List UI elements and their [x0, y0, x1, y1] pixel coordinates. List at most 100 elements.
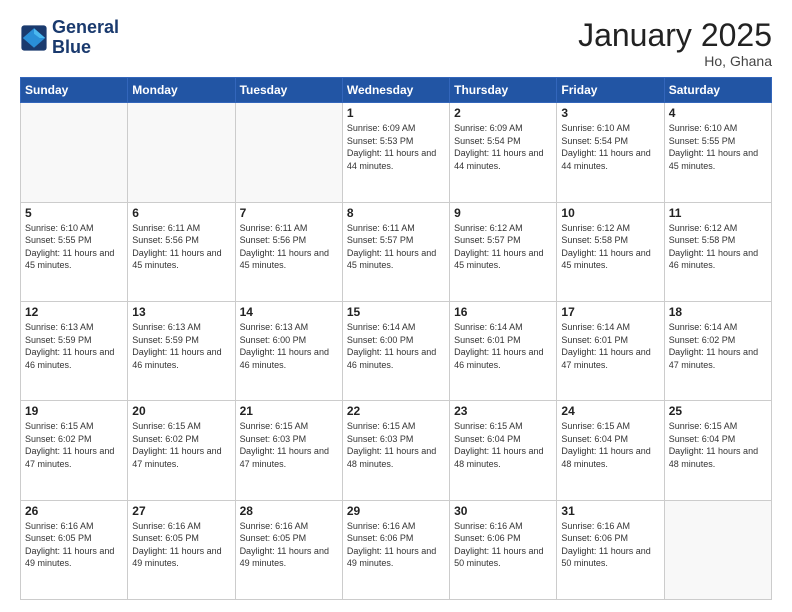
- day-info: Sunrise: 6:16 AMSunset: 6:06 PMDaylight:…: [561, 520, 659, 570]
- calendar-cell: 17Sunrise: 6:14 AMSunset: 6:01 PMDayligh…: [557, 301, 664, 400]
- logo-line2: Blue: [52, 38, 119, 58]
- day-number: 8: [347, 206, 445, 220]
- calendar-cell: 11Sunrise: 6:12 AMSunset: 5:58 PMDayligh…: [664, 202, 771, 301]
- calendar-cell: [235, 103, 342, 202]
- day-info: Sunrise: 6:10 AMSunset: 5:55 PMDaylight:…: [669, 122, 767, 172]
- week-row: 1 Sunrise: 6:09 AMSunset: 5:53 PMDaylight…: [21, 103, 772, 202]
- calendar-cell: 13 Sunrise: 6:13 AMSunset: 5:59 PMDayligh…: [128, 301, 235, 400]
- day-number: 14: [240, 305, 338, 319]
- day-number: 6: [132, 206, 230, 220]
- weekday-header: Wednesday: [342, 78, 449, 103]
- calendar-cell: 12 Sunrise: 6:13 AMSunset: 5:59 PMDayligh…: [21, 301, 128, 400]
- calendar-cell: 6 Sunrise: 6:11 AMSunset: 5:56 PMDaylight…: [128, 202, 235, 301]
- day-info: Sunrise: 6:15 AMSunset: 6:03 PMDaylight:…: [240, 420, 338, 470]
- calendar-cell: 26 Sunrise: 6:16 AMSunset: 6:05 PMDayligh…: [21, 500, 128, 599]
- calendar-cell: 8 Sunrise: 6:11 AMSunset: 5:57 PMDaylight…: [342, 202, 449, 301]
- day-info: Sunrise: 6:14 AMSunset: 6:02 PMDaylight:…: [669, 321, 767, 371]
- day-info: Sunrise: 6:09 AMSunset: 5:54 PMDaylight:…: [454, 122, 552, 172]
- day-info: Sunrise: 6:09 AMSunset: 5:53 PMDaylight:…: [347, 122, 445, 172]
- week-row: 26 Sunrise: 6:16 AMSunset: 6:05 PMDayligh…: [21, 500, 772, 599]
- page: General Blue January 2025 Ho, Ghana Sund…: [0, 0, 792, 612]
- weekday-header: Sunday: [21, 78, 128, 103]
- logo: General Blue: [20, 18, 119, 58]
- day-info: Sunrise: 6:11 AMSunset: 5:56 PMDaylight:…: [240, 222, 338, 272]
- day-info: Sunrise: 6:12 AMSunset: 5:58 PMDaylight:…: [561, 222, 659, 272]
- day-info: Sunrise: 6:16 AMSunset: 6:05 PMDaylight:…: [240, 520, 338, 570]
- day-number: 24: [561, 404, 659, 418]
- week-row: 19 Sunrise: 6:15 AMSunset: 6:02 PMDayligh…: [21, 401, 772, 500]
- location: Ho, Ghana: [578, 53, 772, 69]
- calendar-table: SundayMondayTuesdayWednesdayThursdayFrid…: [20, 77, 772, 600]
- calendar-cell: 19 Sunrise: 6:15 AMSunset: 6:02 PMDayligh…: [21, 401, 128, 500]
- calendar-header-row: SundayMondayTuesdayWednesdayThursdayFrid…: [21, 78, 772, 103]
- day-number: 4: [669, 106, 767, 120]
- day-info: Sunrise: 6:16 AMSunset: 6:05 PMDaylight:…: [132, 520, 230, 570]
- day-info: Sunrise: 6:15 AMSunset: 6:04 PMDaylight:…: [561, 420, 659, 470]
- day-number: 31: [561, 504, 659, 518]
- day-info: Sunrise: 6:13 AMSunset: 6:00 PMDaylight:…: [240, 321, 338, 371]
- calendar-cell: 22Sunrise: 6:15 AMSunset: 6:03 PMDayligh…: [342, 401, 449, 500]
- day-number: 15: [347, 305, 445, 319]
- day-number: 21: [240, 404, 338, 418]
- logo-icon: [20, 24, 48, 52]
- calendar-cell: 23Sunrise: 6:15 AMSunset: 6:04 PMDayligh…: [450, 401, 557, 500]
- day-info: Sunrise: 6:15 AMSunset: 6:04 PMDaylight:…: [669, 420, 767, 470]
- day-number: 1: [347, 106, 445, 120]
- calendar-cell: 7 Sunrise: 6:11 AMSunset: 5:56 PMDaylight…: [235, 202, 342, 301]
- calendar-cell: 21 Sunrise: 6:15 AMSunset: 6:03 PMDayligh…: [235, 401, 342, 500]
- day-number: 16: [454, 305, 552, 319]
- day-number: 20: [132, 404, 230, 418]
- calendar-cell: 27 Sunrise: 6:16 AMSunset: 6:05 PMDayligh…: [128, 500, 235, 599]
- day-info: Sunrise: 6:13 AMSunset: 5:59 PMDaylight:…: [132, 321, 230, 371]
- day-info: Sunrise: 6:15 AMSunset: 6:03 PMDaylight:…: [347, 420, 445, 470]
- calendar-cell: 30 Sunrise: 6:16 AMSunset: 6:06 PMDayligh…: [450, 500, 557, 599]
- day-info: Sunrise: 6:16 AMSunset: 6:06 PMDaylight:…: [454, 520, 552, 570]
- calendar-cell: [128, 103, 235, 202]
- day-number: 18: [669, 305, 767, 319]
- day-info: Sunrise: 6:10 AMSunset: 5:55 PMDaylight:…: [25, 222, 123, 272]
- calendar-cell: 29Sunrise: 6:16 AMSunset: 6:06 PMDayligh…: [342, 500, 449, 599]
- calendar-cell: 31 Sunrise: 6:16 AMSunset: 6:06 PMDayligh…: [557, 500, 664, 599]
- month-title: January 2025: [578, 18, 772, 53]
- day-info: Sunrise: 6:12 AMSunset: 5:57 PMDaylight:…: [454, 222, 552, 272]
- weekday-header: Tuesday: [235, 78, 342, 103]
- weekday-header: Thursday: [450, 78, 557, 103]
- weekday-header: Monday: [128, 78, 235, 103]
- calendar-cell: 3Sunrise: 6:10 AMSunset: 5:54 PMDaylight…: [557, 103, 664, 202]
- day-number: 12: [25, 305, 123, 319]
- calendar-cell: 5Sunrise: 6:10 AMSunset: 5:55 PMDaylight…: [21, 202, 128, 301]
- header: General Blue January 2025 Ho, Ghana: [20, 18, 772, 69]
- day-info: Sunrise: 6:16 AMSunset: 6:05 PMDaylight:…: [25, 520, 123, 570]
- week-row: 5Sunrise: 6:10 AMSunset: 5:55 PMDaylight…: [21, 202, 772, 301]
- calendar-cell: 2 Sunrise: 6:09 AMSunset: 5:54 PMDaylight…: [450, 103, 557, 202]
- calendar-cell: 16 Sunrise: 6:14 AMSunset: 6:01 PMDayligh…: [450, 301, 557, 400]
- day-info: Sunrise: 6:15 AMSunset: 6:02 PMDaylight:…: [132, 420, 230, 470]
- day-info: Sunrise: 6:13 AMSunset: 5:59 PMDaylight:…: [25, 321, 123, 371]
- day-info: Sunrise: 6:14 AMSunset: 6:01 PMDaylight:…: [454, 321, 552, 371]
- calendar-cell: 20 Sunrise: 6:15 AMSunset: 6:02 PMDayligh…: [128, 401, 235, 500]
- day-number: 30: [454, 504, 552, 518]
- day-info: Sunrise: 6:11 AMSunset: 5:56 PMDaylight:…: [132, 222, 230, 272]
- day-number: 2: [454, 106, 552, 120]
- day-number: 28: [240, 504, 338, 518]
- day-number: 10: [561, 206, 659, 220]
- weekday-header: Friday: [557, 78, 664, 103]
- calendar-cell: 9 Sunrise: 6:12 AMSunset: 5:57 PMDaylight…: [450, 202, 557, 301]
- day-info: Sunrise: 6:11 AMSunset: 5:57 PMDaylight:…: [347, 222, 445, 272]
- day-info: Sunrise: 6:15 AMSunset: 6:02 PMDaylight:…: [25, 420, 123, 470]
- calendar-cell: 4 Sunrise: 6:10 AMSunset: 5:55 PMDaylight…: [664, 103, 771, 202]
- day-number: 27: [132, 504, 230, 518]
- calendar-cell: 1 Sunrise: 6:09 AMSunset: 5:53 PMDaylight…: [342, 103, 449, 202]
- day-number: 9: [454, 206, 552, 220]
- day-info: Sunrise: 6:14 AMSunset: 6:00 PMDaylight:…: [347, 321, 445, 371]
- day-number: 26: [25, 504, 123, 518]
- day-number: 19: [25, 404, 123, 418]
- calendar-cell: 25 Sunrise: 6:15 AMSunset: 6:04 PMDayligh…: [664, 401, 771, 500]
- day-number: 13: [132, 305, 230, 319]
- day-number: 7: [240, 206, 338, 220]
- calendar-cell: 15 Sunrise: 6:14 AMSunset: 6:00 PMDayligh…: [342, 301, 449, 400]
- day-number: 29: [347, 504, 445, 518]
- calendar-cell: 18 Sunrise: 6:14 AMSunset: 6:02 PMDayligh…: [664, 301, 771, 400]
- day-number: 25: [669, 404, 767, 418]
- day-number: 3: [561, 106, 659, 120]
